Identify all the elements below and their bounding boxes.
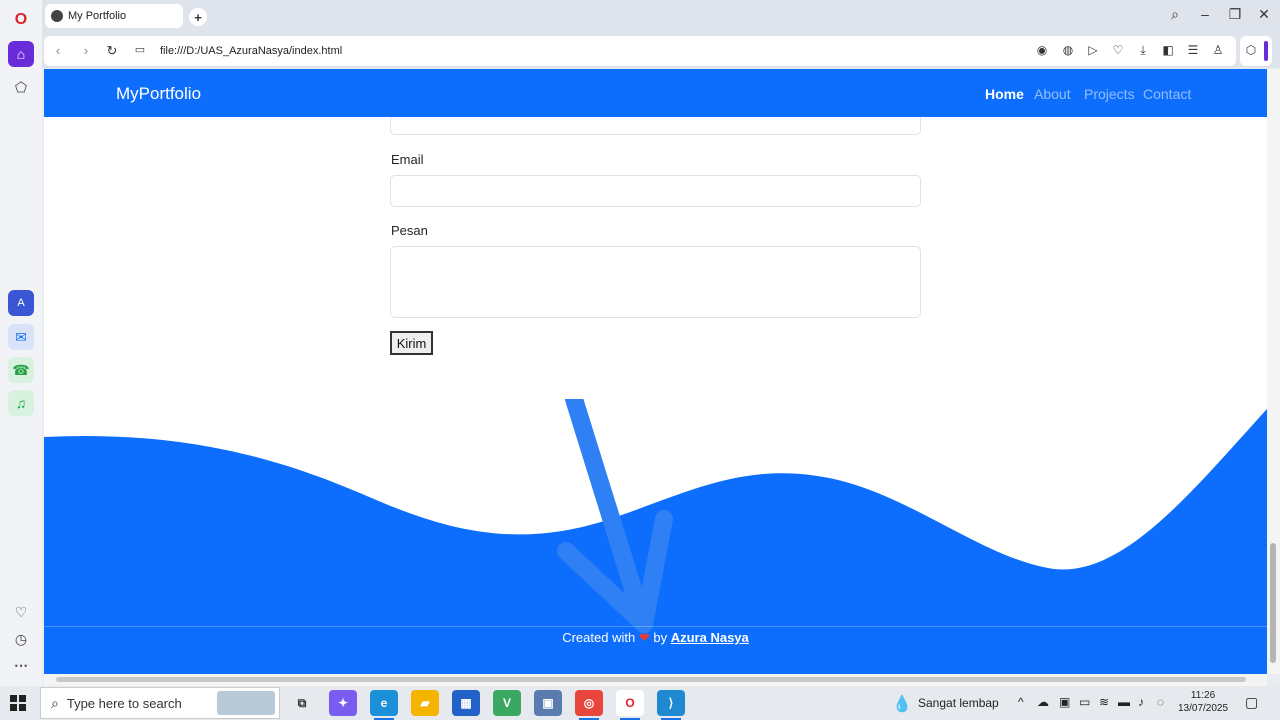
spotify-icon[interactable]: ♫ bbox=[8, 390, 34, 416]
clock-date: 13/07/2025 bbox=[1178, 703, 1229, 714]
copilot-icon[interactable]: ✦ bbox=[329, 690, 357, 716]
vertical-scroll-thumb[interactable] bbox=[1270, 543, 1276, 663]
extensions-box[interactable]: ⬡ bbox=[1240, 36, 1272, 66]
nav-projects[interactable]: Projects bbox=[1084, 86, 1135, 102]
taskbar-search-placeholder: Type here to search bbox=[66, 695, 182, 711]
app-network-icon[interactable]: ▣ bbox=[534, 690, 562, 716]
aria-icon[interactable]: A bbox=[8, 290, 34, 316]
edge-icon[interactable]: e bbox=[370, 690, 398, 720]
clock-time: 11:26 bbox=[1190, 690, 1216, 701]
weather-text[interactable]: Sangat lembap bbox=[918, 696, 999, 710]
vertical-scrollbar[interactable] bbox=[1267, 69, 1280, 674]
windows-taskbar: ⌕ Type here to search ⧉ ✦ e ▰ ▦ V ▣ ◎ O … bbox=[0, 686, 1280, 720]
horizontal-scrollbar[interactable] bbox=[44, 674, 1267, 686]
wifi-icon[interactable]: ≋ bbox=[1099, 695, 1109, 709]
horizontal-scroll-thumb[interactable] bbox=[56, 677, 1246, 682]
nav-contact[interactable]: Contact bbox=[1143, 86, 1191, 102]
opera-logo-icon[interactable]: O bbox=[8, 7, 34, 33]
split-screen-icon[interactable]: ◧ bbox=[1160, 43, 1176, 59]
windows-start-icon[interactable] bbox=[10, 695, 26, 711]
store-icon[interactable]: ▦ bbox=[452, 690, 480, 716]
file-icon: ▭ bbox=[134, 44, 146, 56]
minimize-button[interactable]: – bbox=[1195, 6, 1215, 22]
file-explorer-icon[interactable]: ▰ bbox=[411, 690, 439, 716]
tray-meet-icon[interactable]: ▭ bbox=[1079, 695, 1090, 709]
footer-divider bbox=[44, 626, 1267, 627]
player-icon[interactable]: ▷ bbox=[1085, 43, 1101, 59]
page-viewport: Email Pesan Kirim Created with ❤ by Azur… bbox=[44, 69, 1267, 674]
volume-icon[interactable]: ♪ bbox=[1138, 695, 1144, 709]
app-vs-icon[interactable]: V bbox=[493, 690, 521, 716]
search-tabs-icon[interactable]: ⌕ bbox=[1165, 6, 1185, 23]
email-field[interactable] bbox=[390, 175, 921, 207]
forward-icon[interactable]: › bbox=[78, 43, 94, 58]
close-window-button[interactable]: ✕ bbox=[1254, 6, 1274, 23]
taskbar-clock[interactable]: 11:26 13/07/2025 bbox=[1178, 689, 1228, 715]
opera-taskbar-icon[interactable]: O bbox=[616, 690, 644, 720]
download-icon[interactable]: ⤓ bbox=[1135, 43, 1151, 59]
pinboard-icon[interactable]: ⬠ bbox=[8, 74, 34, 100]
search-highlight-image bbox=[217, 691, 275, 715]
globe-icon bbox=[51, 10, 63, 22]
submit-button[interactable]: Kirim bbox=[390, 331, 433, 355]
history-clock-icon[interactable]: ◷ bbox=[8, 626, 34, 652]
tray-clock-sync-icon[interactable]: ◌ bbox=[1157, 695, 1164, 709]
tab-my-portfolio[interactable]: My Portfolio bbox=[45, 4, 183, 28]
task-view-icon[interactable]: ⧉ bbox=[288, 690, 316, 716]
address-bar: ‹ › ↻ ▭ file:///D:/UAS_AzuraNasya/index.… bbox=[44, 36, 1236, 66]
footer-credit: Created with ❤ by Azura Nasya bbox=[44, 630, 1267, 646]
footer-prefix: Created with bbox=[562, 630, 636, 645]
tab-title: My Portfolio bbox=[68, 10, 127, 22]
opera-sidebar: O ⌂ ⬠ A ✉ ☎ ♫ ♡ ◷ ⋯ bbox=[0, 0, 42, 686]
author-link[interactable]: Azura Nasya bbox=[671, 630, 749, 645]
tray-chevron-icon[interactable]: ^ bbox=[1018, 695, 1024, 709]
address-row: ‹ › ↻ ▭ file:///D:/UAS_AzuraNasya/index.… bbox=[42, 34, 1280, 68]
profile-icon[interactable]: ♙ bbox=[1210, 43, 1226, 59]
home-icon[interactable]: ⌂ bbox=[8, 41, 34, 67]
weather-drop-icon: 💧 bbox=[892, 696, 912, 713]
chrome-icon[interactable]: ◎ bbox=[575, 690, 603, 720]
messenger-icon[interactable]: ✉ bbox=[8, 324, 34, 350]
nav-home[interactable]: Home bbox=[985, 86, 1024, 102]
bookmark-heart-icon[interactable]: ♡ bbox=[1110, 43, 1126, 59]
message-label: Pesan bbox=[391, 223, 428, 238]
extensions-cube-icon[interactable]: ⬡ bbox=[1243, 43, 1259, 59]
tray-app-icon[interactable]: ▣ bbox=[1059, 695, 1070, 709]
site-brand[interactable]: MyPortfolio bbox=[116, 84, 201, 104]
favorites-heart-icon[interactable]: ♡ bbox=[8, 599, 34, 625]
easy-setup-icon[interactable]: ☰ bbox=[1185, 43, 1201, 59]
message-textarea[interactable] bbox=[390, 246, 921, 318]
heart-icon: ❤ bbox=[638, 630, 650, 645]
nav-about[interactable]: About bbox=[1034, 86, 1071, 102]
sidebar-toggle-icon[interactable] bbox=[1264, 41, 1268, 61]
battery-icon[interactable]: ▬ bbox=[1118, 695, 1130, 709]
reload-icon[interactable]: ↻ bbox=[104, 43, 120, 59]
more-icon[interactable]: ⋯ bbox=[8, 652, 34, 678]
taskbar-search[interactable]: ⌕ Type here to search bbox=[40, 687, 280, 719]
snapshot-icon[interactable]: ◉ bbox=[1034, 43, 1050, 59]
tab-strip: My Portfolio + ⌕ – ❐ ✕ bbox=[42, 0, 1280, 34]
site-navbar: MyPortfolio Home About Projects Contact bbox=[44, 69, 1267, 117]
back-icon[interactable]: ‹ bbox=[50, 43, 66, 58]
email-label: Email bbox=[391, 152, 424, 167]
new-tab-button[interactable]: + bbox=[189, 8, 207, 26]
tray-cloud-icon[interactable]: ☁ bbox=[1037, 695, 1049, 709]
search-icon: ⌕ bbox=[51, 694, 59, 711]
translate-icon[interactable]: ◍ bbox=[1060, 43, 1076, 59]
restore-button[interactable]: ❐ bbox=[1225, 6, 1245, 23]
footer-by: by bbox=[653, 630, 668, 645]
whatsapp-icon[interactable]: ☎ bbox=[8, 357, 34, 383]
notifications-icon[interactable]: ▢ bbox=[1245, 694, 1258, 711]
vscode-icon[interactable]: ⟩ bbox=[657, 690, 685, 720]
url-text[interactable]: file:///D:/UAS_AzuraNasya/index.html bbox=[160, 45, 342, 57]
